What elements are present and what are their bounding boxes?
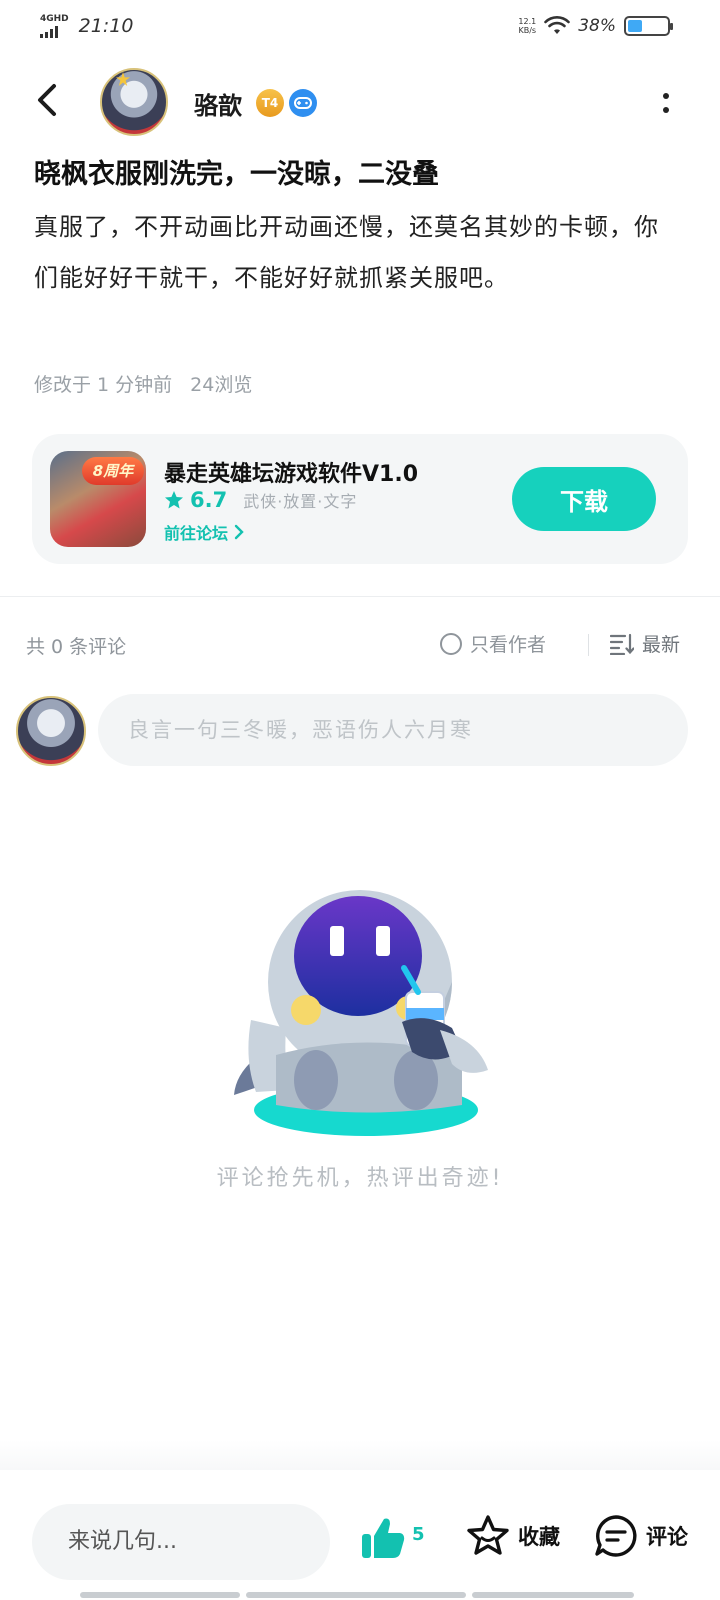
post-title: 晓枫衣服刚洗完，一没晾，二没叠 [34,159,439,190]
radio-icon[interactable] [440,632,462,655]
back-button[interactable] [32,78,72,122]
app-name[interactable]: 暴走英雄坛游戏软件V1.0 [164,456,418,488]
more-icon[interactable] [656,86,676,120]
view-count: 24浏览 [190,374,253,396]
empty-state-text: 评论抢先机，热评出奇迹! [216,1166,504,1191]
battery-icon [624,16,673,36]
author-only-label: 只看作者 [470,634,547,656]
user-avatar[interactable] [16,696,86,766]
favorite-button[interactable]: 收藏 [466,1514,560,1558]
comments-count: 共 0 条评论 [26,636,127,658]
sort-newest-button[interactable]: 最新 [610,630,680,657]
clock: 21:10 [78,15,134,37]
forum-link[interactable]: 前往论坛 [164,520,244,544]
wifi-icon [544,16,571,34]
download-button[interactable]: 下载 [512,467,656,531]
signal-icon [40,26,69,38]
edit-time: 修改于 1 分钟前 [34,374,173,396]
status-right: 12.1 KB/s 38% [518,16,673,36]
level-badge-icon: T4 [256,89,284,117]
anniversary-badge: 8周年 [82,457,144,485]
battery-fill [628,20,643,32]
author-only-toggle[interactable]: 只看作者 [440,630,546,657]
comment-button[interactable]: 评论 [594,1514,688,1558]
author-avatar[interactable] [100,68,168,136]
bottom-fade [0,1440,720,1470]
divider [0,596,720,597]
sort-separator [588,634,589,656]
app-icon[interactable]: 8周年 [50,451,146,547]
comment-input[interactable]: 良言一句三冬暖，恶语伤人六月寒 [98,694,688,766]
status-bar: 4GHD 21:10 12.1 KB/s 38% [0,0,720,56]
speed-unit: KB/s [518,26,537,35]
status-left: 4GHD 21:10 [40,14,133,38]
app-card[interactable]: 8周年 暴走英雄坛游戏软件V1.0 6.7 武侠·放置·文字 前往论坛 下载 [32,434,688,564]
app-rating: 6.7 [190,488,228,512]
empty-robot-illustration [234,890,488,1136]
home-indicator [80,1592,640,1598]
speed-value: 12.1 [518,17,537,26]
forum-link-label: 前往论坛 [164,524,229,543]
post-header: 骆歆 T4 [0,60,720,146]
back-icon [38,84,56,116]
post-body: 真服了，不开动画比开动画还慢，还莫名其妙的卡顿，你们能好好干就干，不能好好就抓紧… [34,213,659,292]
network-type: 4GHD [40,14,69,24]
thumbs-up-icon [362,1518,405,1558]
star-outline-icon [467,1515,509,1555]
author-name[interactable]: 骆歆 [194,86,242,121]
star-icon [165,491,183,509]
cellular-signal: 4GHD [40,14,69,38]
sort-label: 最新 [642,634,681,656]
comment-icon [595,1515,637,1557]
gamepad-icon [289,89,317,117]
say-input[interactable]: 来说几句... [32,1504,330,1580]
comment-label: 评论 [646,1525,688,1549]
app-rating-row: 6.7 武侠·放置·文字 [164,488,357,512]
sort-icon [610,633,634,655]
network-speed: 12.1 KB/s [518,17,536,35]
battery-percent: 38% [578,16,616,36]
post-meta: 修改于 1 分钟前 24浏览 [34,370,252,397]
app-tags: 武侠·放置·文字 [243,492,358,511]
bottom-action-bar: 来说几句... 5 收藏 评论 [0,1476,720,1600]
like-button[interactable]: 5 [360,1516,425,1560]
like-count: 5 [412,1523,425,1545]
chevron-right-icon [234,524,244,540]
favorite-label: 收藏 [518,1525,560,1549]
